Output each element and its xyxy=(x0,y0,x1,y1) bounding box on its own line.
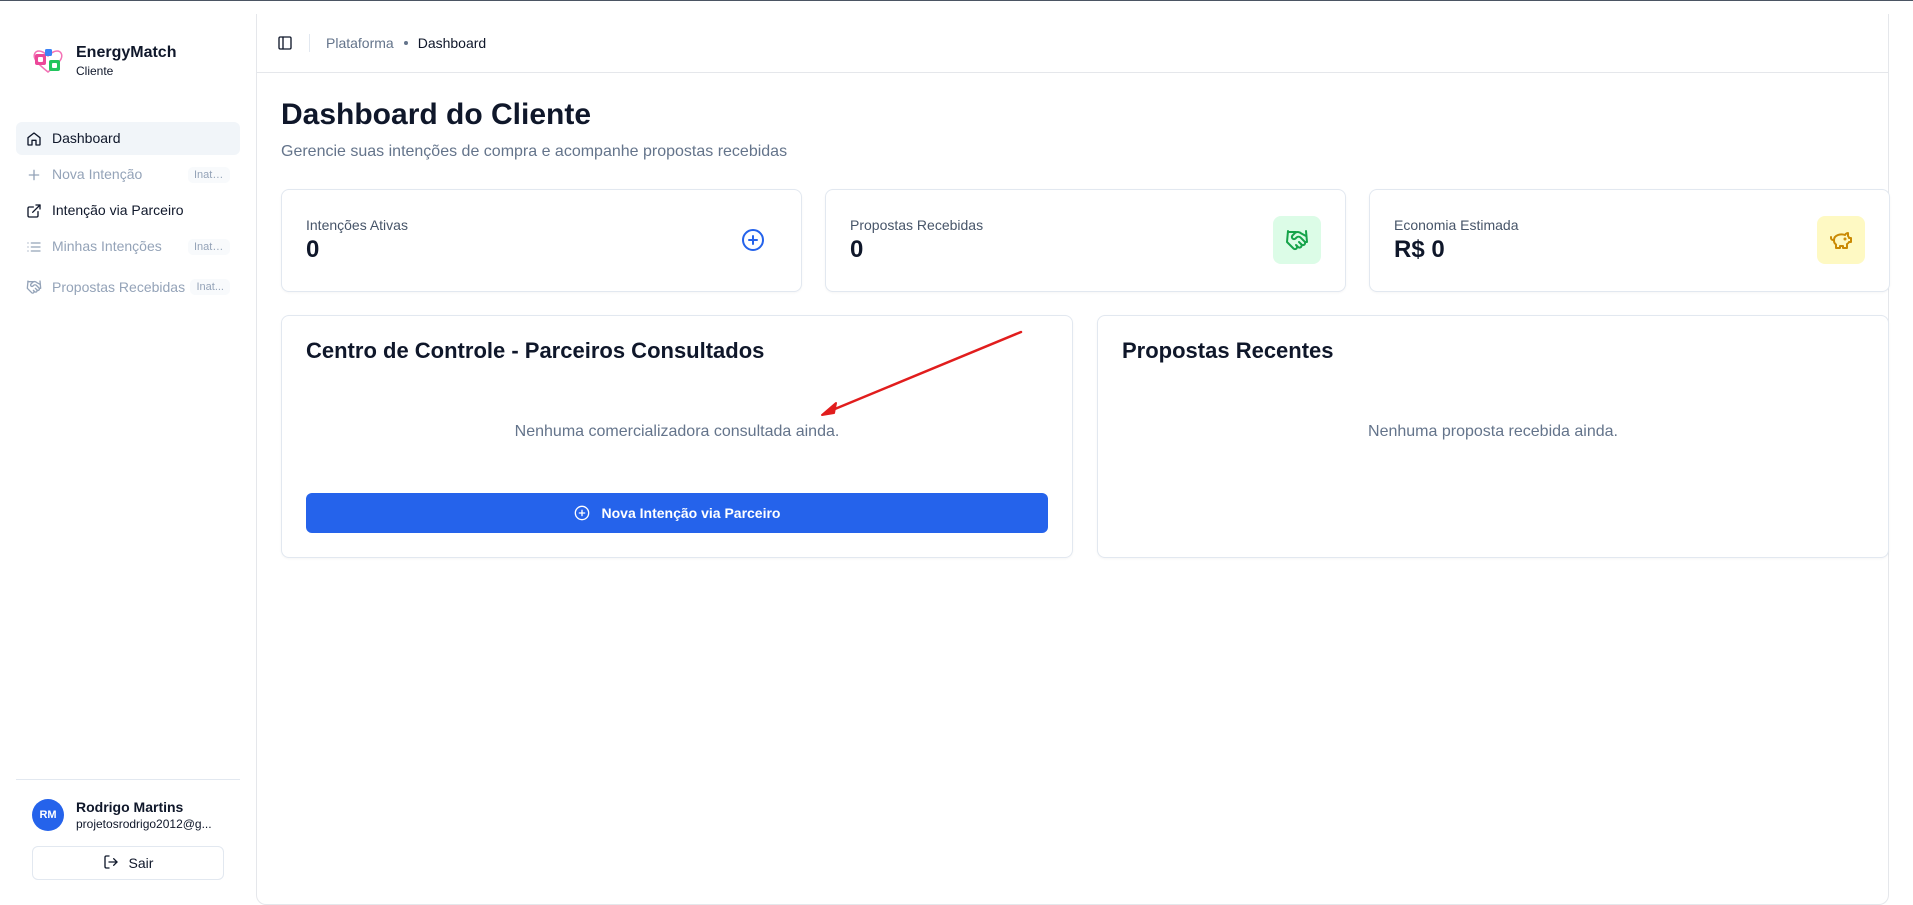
sidebar-item-label: Dashboard xyxy=(52,130,121,146)
sidebar-item-label: Nova Intenção xyxy=(52,166,143,182)
piggy-bank-icon xyxy=(1817,216,1865,264)
home-icon xyxy=(26,131,42,147)
brand[interactable]: EnergyMatch Cliente xyxy=(30,43,176,79)
stat-label: Propostas Recebidas xyxy=(850,217,984,233)
stat-card-intencoes-ativas: Intenções Ativas 0 xyxy=(281,189,802,292)
brand-logo-icon xyxy=(30,43,66,79)
stat-card-economia-estimada: Economia Estimada R$ 0 xyxy=(1369,189,1890,292)
empty-state-text: Nenhuma comercializadora consultada aind… xyxy=(514,423,840,440)
sidebar-divider xyxy=(16,779,240,780)
stat-card-propostas-recebidas: Propostas Recebidas 0 xyxy=(825,189,1346,292)
control-center-panel: Centro de Controle - Parceiros Consultad… xyxy=(281,315,1073,558)
window-top-border xyxy=(0,0,1913,1)
logout-icon xyxy=(103,854,119,873)
sidebar-item-propostas-recebidas[interactable]: Propostas Recebidas Inat... xyxy=(16,266,240,308)
plus-icon xyxy=(26,167,42,183)
user-profile[interactable]: RM Rodrigo Martins projetosrodrigo2012@g… xyxy=(32,798,221,832)
panel-title: Centro de Controle - Parceiros Consultad… xyxy=(306,338,765,363)
top-header: Plataforma Dashboard xyxy=(257,14,1888,73)
inactive-badge: Inativo xyxy=(188,166,230,183)
sidebar-item-intencao-via-parceiro[interactable]: Intenção via Parceiro xyxy=(16,194,240,227)
main-content: Plataforma Dashboard Dashboard do Client… xyxy=(256,14,1890,905)
list-icon xyxy=(26,239,42,255)
sidebar-item-dashboard[interactable]: Dashboard xyxy=(16,122,240,155)
inactive-badge: Inativo xyxy=(188,238,230,255)
panel-title: Propostas Recentes xyxy=(1122,338,1334,363)
sidebar-item-label: Intenção via Parceiro xyxy=(52,202,184,218)
avatar: RM xyxy=(32,799,64,831)
header-separator xyxy=(309,34,310,52)
stat-value: R$ 0 xyxy=(1394,236,1445,263)
sidebar-item-nova-intencao[interactable]: Nova Intenção Inativo xyxy=(16,158,240,191)
sidebar-nav: Dashboard Nova Intenção Inativo Intenção… xyxy=(16,122,240,311)
logout-button[interactable]: Sair xyxy=(32,846,224,880)
plus-circle-icon xyxy=(574,505,589,521)
stat-label: Intenções Ativas xyxy=(306,217,408,233)
breadcrumb-plataforma[interactable]: Plataforma xyxy=(326,35,394,51)
page-subtitle: Gerencie suas intenções de compra e acom… xyxy=(281,143,788,160)
page-title: Dashboard do Cliente xyxy=(281,98,592,131)
stat-label: Economia Estimada xyxy=(1394,217,1519,233)
nova-intencao-parceiro-button[interactable]: Nova Intenção via Parceiro xyxy=(306,493,1048,533)
user-name: Rodrigo Martins xyxy=(76,799,184,815)
inactive-badge: Inat... xyxy=(190,279,230,295)
empty-state-text: Nenhuma proposta recebida ainda. xyxy=(1368,423,1618,440)
stat-value: 0 xyxy=(850,236,864,263)
panel-left-icon xyxy=(278,36,292,50)
handshake-icon xyxy=(1273,216,1321,264)
sidebar: EnergyMatch Cliente Dashboard Nova Inten… xyxy=(0,1,256,905)
external-link-icon xyxy=(26,203,42,219)
recent-proposals-panel: Propostas Recentes Nenhuma proposta rece… xyxy=(1097,315,1889,558)
breadcrumb-dashboard: Dashboard xyxy=(417,35,487,51)
sidebar-item-label: Minhas Intenções xyxy=(52,238,162,254)
brand-role: Cliente xyxy=(76,64,114,78)
sidebar-item-label: Propostas Recebidas xyxy=(52,278,186,295)
stat-value: 0 xyxy=(306,236,320,263)
brand-name: EnergyMatch xyxy=(76,44,177,61)
logout-label: Sair xyxy=(128,855,154,871)
sidebar-toggle-button[interactable] xyxy=(275,33,295,53)
breadcrumb-separator xyxy=(403,41,408,45)
handshake-icon xyxy=(26,279,42,295)
plus-circle-icon xyxy=(729,216,777,264)
button-label: Nova Intenção via Parceiro xyxy=(601,505,781,521)
sidebar-item-minhas-intencoes[interactable]: Minhas Intenções Inativo xyxy=(16,230,240,263)
user-email: projetosrodrigo2012@g... xyxy=(76,817,212,831)
breadcrumb: Plataforma Dashboard xyxy=(326,35,486,51)
